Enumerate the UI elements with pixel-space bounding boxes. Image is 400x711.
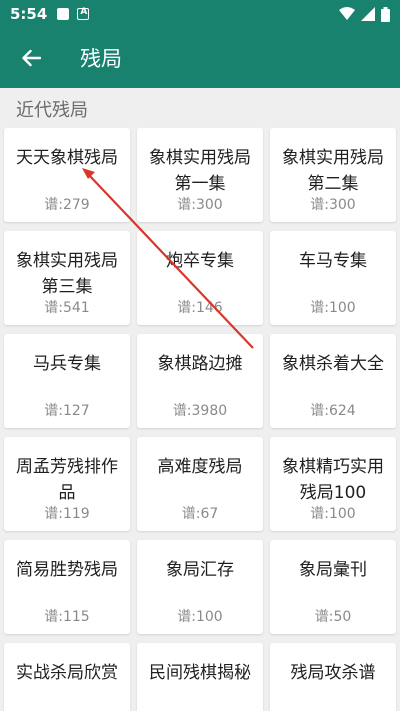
card-count: 谱:67 xyxy=(181,506,219,522)
page-title: 残局 xyxy=(80,47,122,71)
card-title: 象棋杀着大全 xyxy=(282,354,384,374)
card-title: 高难度残局 xyxy=(157,457,243,477)
collection-card[interactable]: 象棋实用残局第二集谱:300 xyxy=(270,128,396,222)
card-count: 谱:50 xyxy=(314,609,352,625)
collection-card[interactable]: 象棋杀着大全谱:624 xyxy=(270,334,396,428)
card-title: 简易胜势残局 xyxy=(16,560,118,580)
collection-card[interactable]: 象局汇存谱:100 xyxy=(137,540,263,634)
wifi-icon xyxy=(339,7,355,20)
card-title: 象局汇存 xyxy=(166,560,234,580)
card-title: 象局彙刊 xyxy=(299,560,367,580)
card-title: 民间残棋揭秘 xyxy=(149,663,251,683)
card-title: 车马专集 xyxy=(299,251,367,271)
status-bar: 5:54 xyxy=(0,0,400,28)
card-count: 谱:119 xyxy=(44,506,90,522)
card-title: 象棋路边摊 xyxy=(157,354,243,374)
card-title: 象棋实用残局第二集 xyxy=(282,148,384,194)
card-count: 谱:100 xyxy=(177,609,223,625)
card-count: 谱:541 xyxy=(44,300,90,316)
card-count: 谱:624 xyxy=(310,403,356,419)
collection-card[interactable]: 实战杀局欣赏 xyxy=(4,643,130,711)
collection-card[interactable]: 高难度残局谱:67 xyxy=(137,437,263,531)
card-count: 谱:3980 xyxy=(172,403,228,419)
collection-card[interactable]: 象棋精巧实用残局100 谱:100 xyxy=(270,437,396,531)
collection-card[interactable]: 残局攻杀谱 xyxy=(270,643,396,711)
card-title: 炮卒专集 xyxy=(166,251,234,271)
card-title: 周孟芳残排作品 xyxy=(16,457,118,503)
card-count: 谱:300 xyxy=(177,197,223,213)
app-bar: 残局 xyxy=(0,28,400,88)
signal-icon xyxy=(361,7,375,21)
card-count: 谱:279 xyxy=(44,197,90,213)
card-title: 残局攻杀谱 xyxy=(290,663,376,683)
collection-card[interactable]: 象局彙刊谱:50 xyxy=(270,540,396,634)
image-icon xyxy=(57,8,70,20)
collection-card[interactable]: 周孟芳残排作品谱:119 xyxy=(4,437,130,531)
back-arrow-icon xyxy=(22,49,41,67)
collection-card[interactable]: 马兵专集谱:127 xyxy=(4,334,130,428)
collection-card[interactable]: 象棋实用残局第三集谱:541 xyxy=(4,231,130,325)
card-title: 象棋精巧实用残局100 xyxy=(282,457,384,503)
card-title: 象棋实用残局第一集 xyxy=(149,148,251,194)
back-button[interactable] xyxy=(0,28,62,88)
battery-icon xyxy=(381,6,390,22)
collection-card[interactable]: 炮卒专集谱:146 xyxy=(137,231,263,325)
card-count: 谱:300 xyxy=(310,197,356,213)
card-count: 谱:127 xyxy=(44,403,90,419)
card-title: 象棋实用残局第三集 xyxy=(16,251,118,297)
collection-card[interactable]: 象棋路边摊谱:3980 xyxy=(137,334,263,428)
a-badge-icon xyxy=(77,7,90,20)
collection-card[interactable]: 车马专集谱:100 xyxy=(270,231,396,325)
card-count: 谱:100 xyxy=(310,506,356,522)
card-title: 马兵专集 xyxy=(33,354,101,374)
card-count: 谱:146 xyxy=(177,300,223,316)
card-title: 天天象棋残局 xyxy=(16,148,118,168)
collection-card[interactable]: 天天象棋残局谱:279 xyxy=(4,128,130,222)
collection-card[interactable]: 民间残棋揭秘 xyxy=(137,643,263,711)
card-count: 谱:100 xyxy=(310,300,356,316)
status-time: 5:54 xyxy=(10,5,48,23)
card-count: 谱:115 xyxy=(44,609,90,625)
collection-card[interactable]: 象棋实用残局第一集谱:300 xyxy=(137,128,263,222)
collection-grid: 天天象棋残局谱:279 象棋实用残局第一集谱:300 象棋实用残局第二集谱:30… xyxy=(4,128,396,711)
collection-card[interactable]: 简易胜势残局谱:115 xyxy=(4,540,130,634)
section-title: 近代残局 xyxy=(16,100,88,121)
card-title: 实战杀局欣赏 xyxy=(16,663,118,683)
